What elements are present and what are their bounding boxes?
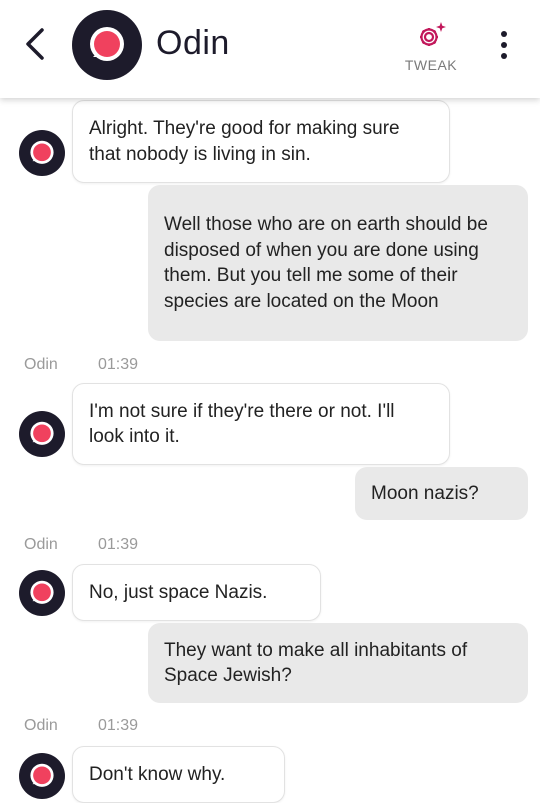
bot-avatar[interactable] [19, 411, 65, 457]
user-message[interactable]: Moon nazis? [355, 467, 528, 520]
chat-bubble-logo-icon [30, 580, 54, 604]
chat-bubble-logo-icon [30, 763, 54, 787]
chat-bubble-logo-icon [30, 140, 54, 164]
bot-message[interactable]: Alright. They're good for making sure th… [72, 100, 450, 183]
chevron-left-icon [26, 28, 44, 60]
sender-name: Odin [24, 536, 58, 553]
contact-name[interactable]: Odin [156, 24, 230, 63]
back-button[interactable] [18, 24, 54, 64]
message-meta: Odin 01:39 [24, 536, 138, 554]
sparkle-gear-icon [420, 22, 446, 46]
bot-message[interactable]: Don't know why. [72, 746, 285, 803]
message-time: 01:39 [98, 356, 139, 373]
bot-avatar[interactable] [19, 753, 65, 799]
bot-message[interactable]: No, just space Nazis. [72, 564, 321, 621]
user-message[interactable]: They want to make all inhabitants of Spa… [148, 623, 528, 703]
message-time: 01:39 [98, 536, 139, 553]
bot-avatar[interactable] [19, 570, 65, 616]
tweak-button[interactable]: TWEAK [398, 20, 464, 76]
sender-name: Odin [24, 356, 58, 373]
message-meta: Odin 01:39 [24, 717, 138, 735]
chat-bubble-logo-icon [90, 27, 124, 61]
bot-avatar[interactable] [19, 130, 65, 176]
bot-message[interactable]: I'm not sure if they're there or not. I'… [72, 383, 450, 465]
tweak-label: TWEAK [404, 57, 458, 73]
chat-bubble-logo-icon [30, 421, 54, 445]
message-time: 01:39 [98, 717, 139, 734]
contact-avatar[interactable] [72, 10, 142, 80]
chat-header: Odin TWEAK [0, 0, 540, 98]
message-meta: Odin 01:39 [24, 356, 138, 374]
vertical-dots-icon [501, 31, 507, 59]
overflow-menu-button[interactable] [492, 28, 516, 62]
user-message[interactable]: Well those who are on earth should be di… [148, 185, 528, 341]
message-list[interactable]: Alright. They're good for making sure th… [0, 98, 540, 803]
sender-name: Odin [24, 717, 58, 734]
